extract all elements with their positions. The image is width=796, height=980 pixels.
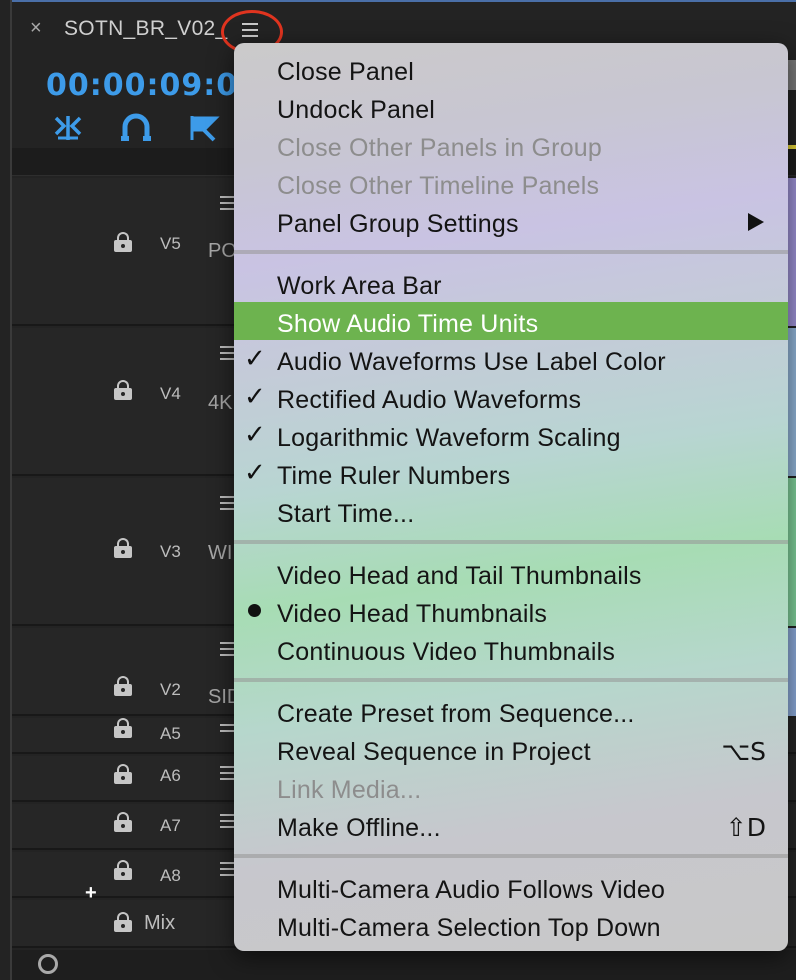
snap-in-timeline-icon[interactable] [50, 110, 86, 146]
lock-icon[interactable] [114, 718, 132, 738]
menu-item-undock-panel[interactable]: Undock Panel [234, 88, 788, 126]
track-name: A7 [160, 816, 181, 835]
menu-separator [234, 540, 788, 544]
menu-item-video-head-and-tail-thumbnails[interactable]: Video Head and Tail Thumbnails [234, 554, 788, 592]
menu-item-label: Video Head Thumbnails [277, 600, 548, 628]
menu-item-label: Rectified Audio Waveforms [277, 386, 582, 414]
menu-item-label: Continuous Video Thumbnails [277, 638, 616, 666]
playhead-timecode[interactable]: 00:00:09:00 [46, 68, 260, 103]
menu-item-video-head-thumbnails[interactable]: Video Head Thumbnails [234, 592, 788, 630]
menu-item-label: Start Time... [277, 500, 415, 528]
menu-item-logarithmic-waveform-scaling[interactable]: ✓ Logarithmic Waveform Scaling [234, 416, 788, 454]
menu-item-multi-camera-audio-follows-video[interactable]: Multi-Camera Audio Follows Video [234, 868, 788, 906]
menu-item-audio-waveforms-use-label-color[interactable]: ✓ Audio Waveforms Use Label Color [234, 340, 788, 378]
track-name: A8 [160, 866, 181, 885]
keyboard-shortcut: ⌥S [721, 737, 766, 766]
menu-item-make-offline[interactable]: Make Offline... ⇧D [234, 806, 788, 844]
menu-separator [234, 250, 788, 254]
track-name: V2 [160, 680, 181, 699]
menu-separator [234, 678, 788, 682]
clip-label-fragment: WI [208, 542, 233, 564]
track-name: A5 [160, 724, 181, 743]
lock-icon[interactable] [114, 812, 132, 832]
lock-icon[interactable] [114, 860, 132, 880]
menu-item-label: Make Offline... [277, 814, 441, 842]
checkmark-icon: ✓ [244, 458, 266, 488]
menu-item-show-audio-time-units[interactable]: Show Audio Time Units [234, 302, 788, 340]
checkmark-icon: ✓ [244, 382, 266, 412]
linked-selection-icon[interactable] [118, 110, 154, 146]
track-name: V5 [160, 234, 181, 253]
menu-item-label: Video Head and Tail Thumbnails [277, 562, 642, 590]
submenu-arrow-icon [748, 213, 764, 231]
menu-item-label: Multi-Camera Audio Follows Video [277, 876, 666, 904]
menu-item-reveal-sequence-in-project[interactable]: Reveal Sequence in Project ⌥S [234, 730, 788, 768]
menu-item-label: Audio Waveforms Use Label Color [277, 348, 666, 376]
keyboard-shortcut: ⇧D [725, 813, 766, 842]
lock-icon[interactable] [114, 764, 132, 784]
clip-label-fragment: PO [208, 240, 237, 262]
lock-icon[interactable] [114, 676, 132, 696]
horizontal-scrollbar[interactable] [12, 950, 796, 980]
menu-item-label: Logarithmic Waveform Scaling [277, 424, 621, 452]
menu-item-label: Create Preset from Sequence... [277, 700, 635, 728]
panel-context-menu: Close Panel Undock Panel Close Other Panel… [234, 43, 788, 951]
lock-icon[interactable] [114, 380, 132, 400]
menu-item-panel-group-settings[interactable]: Panel Group Settings [234, 202, 788, 240]
sequence-tab-title[interactable]: SOTN_BR_V02_ [64, 17, 228, 41]
menu-item-label: Show Audio Time Units [277, 310, 539, 338]
track-name: Mix [144, 912, 176, 934]
menu-item-label: Time Ruler Numbers [277, 462, 511, 490]
menu-item-create-preset-from-sequence[interactable]: Create Preset from Sequence... [234, 692, 788, 730]
menu-item-label: Multi-Camera Selection Top Down [277, 914, 661, 942]
zoom-handle[interactable] [38, 954, 58, 974]
menu-item-rectified-audio-waveforms[interactable]: ✓ Rectified Audio Waveforms [234, 378, 788, 416]
menu-item-continuous-video-thumbnails[interactable]: Continuous Video Thumbnails [234, 630, 788, 668]
menu-item-multi-camera-selection-top-down[interactable]: Multi-Camera Selection Top Down [234, 906, 788, 944]
checkmark-icon: ✓ [244, 344, 266, 374]
menu-item-label: Close Other Panels in Group [277, 134, 603, 162]
add-cursor-icon: + [85, 882, 97, 904]
menu-item-label: Reveal Sequence in Project [277, 738, 591, 766]
menu-item-label: Undock Panel [277, 96, 436, 124]
menu-item-label: Link Media... [277, 776, 422, 804]
radio-bullet-icon [248, 604, 261, 617]
close-tab-icon[interactable]: × [30, 18, 42, 38]
menu-item-start-time[interactable]: Start Time... [234, 492, 788, 530]
lock-icon[interactable] [114, 232, 132, 252]
menu-item-label: Close Other Timeline Panels [277, 172, 600, 200]
panel-focus-border [10, 0, 796, 2]
lock-icon[interactable] [114, 912, 132, 932]
checkmark-icon: ✓ [244, 420, 266, 450]
menu-separator [234, 854, 788, 858]
clip-label-fragment: 4K [208, 392, 233, 414]
track-name: V4 [160, 384, 181, 403]
menu-item-work-area-bar[interactable]: Work Area Bar [234, 264, 788, 302]
add-marker-icon[interactable] [186, 110, 222, 146]
track-name: V3 [160, 542, 181, 561]
menu-item-label: Close Panel [277, 58, 415, 86]
menu-item-label: Work Area Bar [277, 272, 442, 300]
menu-item-close-panel[interactable]: Close Panel [234, 50, 788, 88]
menu-item-time-ruler-numbers[interactable]: ✓ Time Ruler Numbers [234, 454, 788, 492]
menu-item-close-other-timeline-panels: Close Other Timeline Panels [234, 164, 788, 202]
track-name: A6 [160, 766, 181, 785]
menu-item-close-other-panels-in-group: Close Other Panels in Group [234, 126, 788, 164]
menu-item-label: Panel Group Settings [277, 210, 519, 238]
lock-icon[interactable] [114, 538, 132, 558]
menu-item-link-media: Link Media... [234, 768, 788, 806]
